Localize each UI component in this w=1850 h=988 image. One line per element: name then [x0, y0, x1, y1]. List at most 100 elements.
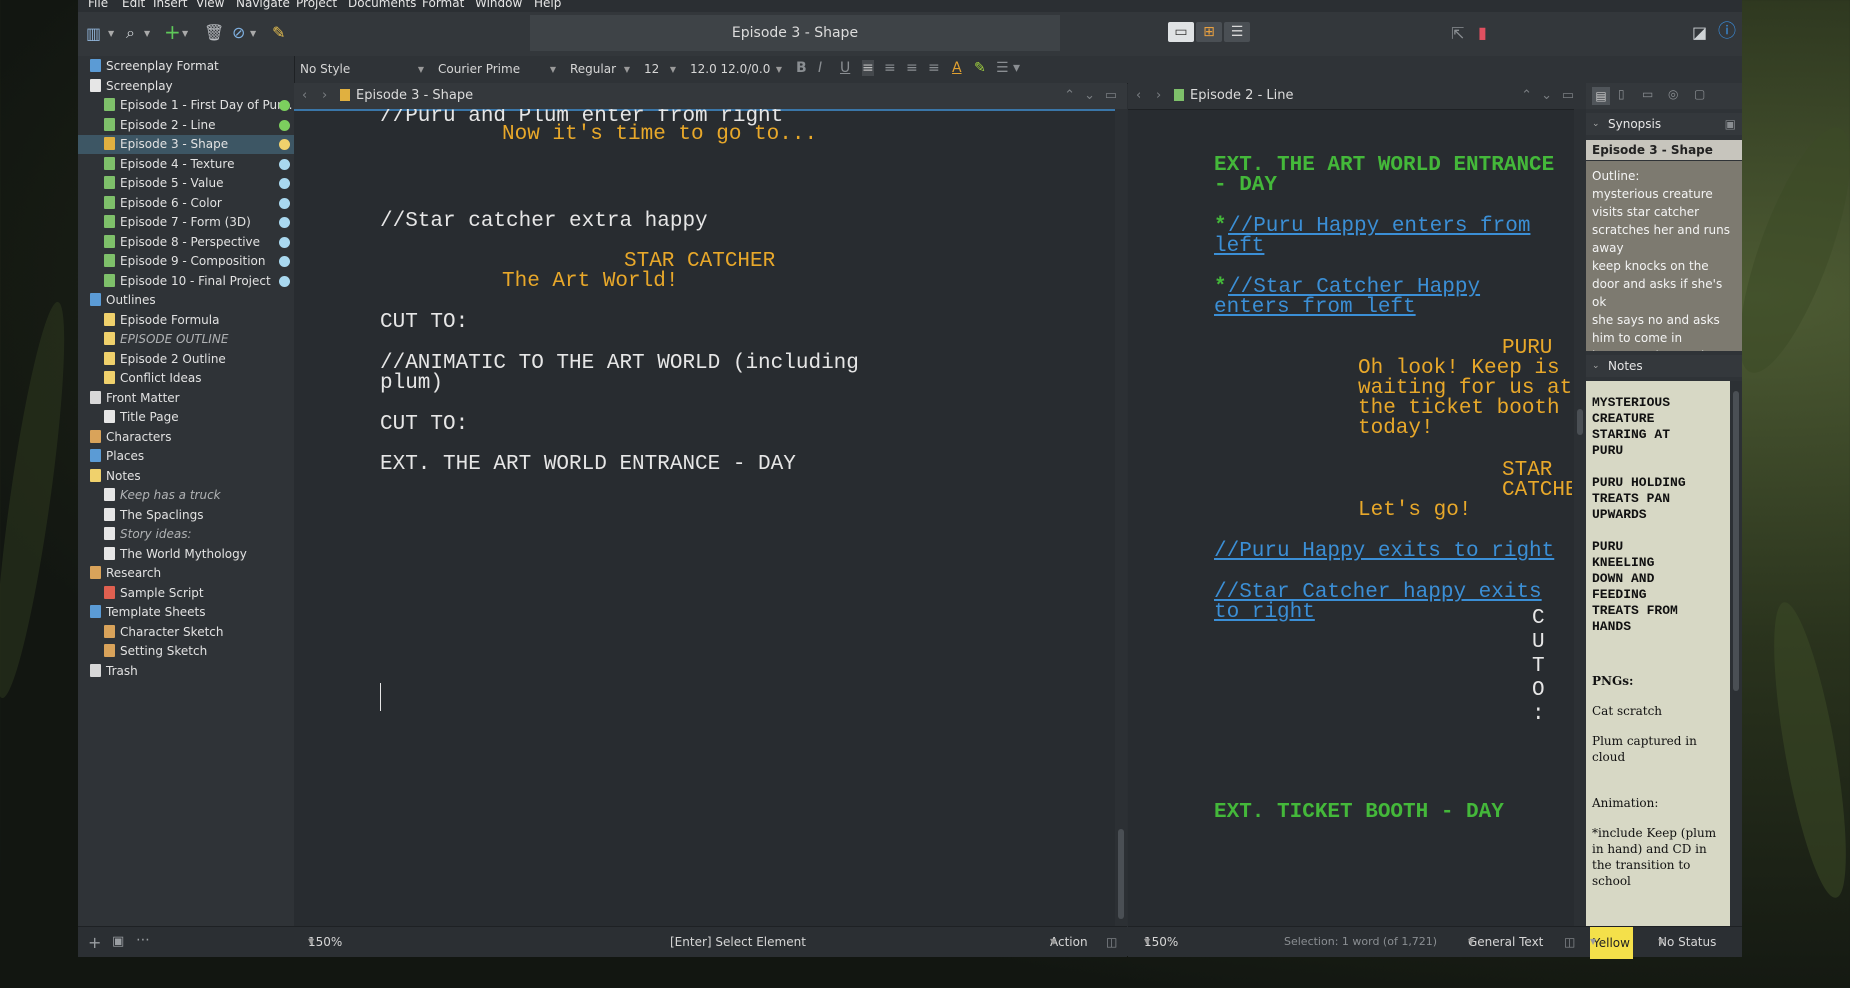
binder-item[interactable]: Setting Sketch	[78, 642, 294, 661]
script-line[interactable]: CATCHER	[1502, 479, 1572, 503]
binder-item[interactable]: Keep has a truck	[78, 486, 294, 505]
metadata-icon[interactable]: ▭	[1642, 87, 1653, 101]
binder-item[interactable]: Template Sheets	[78, 603, 294, 622]
split-icon[interactable]: ▭	[1562, 83, 1574, 109]
text-color-icon[interactable]: A	[952, 60, 962, 76]
script-line[interactable]: enters from left	[1214, 296, 1416, 320]
binder-item[interactable]: Episode 9 - Composition	[78, 252, 294, 271]
binder-toggle-icon[interactable]: ▥	[86, 24, 101, 44]
add-icon[interactable]: +	[164, 22, 181, 42]
script-line[interactable]: EXT. TICKET BOOTH - DAY	[1214, 801, 1504, 825]
binder-item[interactable]: Places	[78, 447, 294, 466]
forward-icon[interactable]: ›	[1156, 83, 1161, 109]
binder-item[interactable]: Episode 7 - Form (3D)	[78, 213, 294, 232]
script-line[interactable]: CUT TO:	[380, 311, 468, 335]
image-icon[interactable]: ▣	[1725, 113, 1736, 135]
binder-item[interactable]: Episode 6 - Color	[78, 194, 294, 213]
binder-item[interactable]: Character Sketch	[78, 623, 294, 642]
binder-item[interactable]: Episode 10 - Final Project	[78, 272, 294, 291]
script-line[interactable]: Let's go!	[1358, 499, 1471, 523]
chevron-up-icon[interactable]: ⌃	[1521, 83, 1532, 109]
binder-item[interactable]: The World Mythology	[78, 545, 294, 564]
script-line[interactable]: CUT TO:	[380, 413, 468, 437]
binder-item[interactable]: Front Matter	[78, 389, 294, 408]
view-corkboard-icon[interactable]: ⊞	[1196, 22, 1222, 42]
target-icon[interactable]: ◫	[1564, 927, 1575, 957]
italic-icon[interactable]: I	[818, 60, 822, 76]
menu-edit[interactable]: Edit	[122, 0, 145, 10]
chevron-down-icon[interactable]: ▼	[250, 24, 256, 44]
attachment-icon[interactable]: ⊘	[232, 23, 245, 43]
script-text[interactable]: EXT. THE ART WORLD ENTRANCE - DAY *//Puru …	[1128, 109, 1572, 926]
script-line[interactable]: today!	[1358, 417, 1434, 441]
notes-scrollbar[interactable]	[1730, 381, 1742, 926]
synopsis-title[interactable]: Episode 3 - Shape	[1586, 140, 1742, 160]
chevron-down-icon[interactable]: ▼	[108, 24, 114, 44]
binder-item[interactable]: Conflict Ideas	[78, 369, 294, 388]
menu-file[interactable]: File	[88, 0, 108, 10]
compose-icon[interactable]: ✎	[272, 23, 285, 43]
script-line[interactable]: //Puru Happy exits to right	[1214, 540, 1554, 564]
binder-item[interactable]: Episode 3 - Shape	[78, 135, 294, 154]
binder-item[interactable]: Sample Script	[78, 584, 294, 603]
trash-icon[interactable]: 🗑	[204, 23, 224, 43]
editor-left-scrollbar[interactable]	[1115, 109, 1127, 926]
binder-item[interactable]: Episode 2 Outline	[78, 350, 294, 369]
align-right-icon[interactable]: ≡	[906, 60, 918, 76]
menu-navigate[interactable]: Navigate	[236, 0, 290, 10]
script-line[interactable]: The Art World!	[502, 270, 678, 294]
binder-item[interactable]: Outlines	[78, 291, 294, 310]
script-line[interactable]: //Puru Happy enters from	[1228, 215, 1530, 239]
binder-item[interactable]: Episode 8 - Perspective	[78, 233, 294, 252]
menu-format[interactable]: Format	[422, 0, 464, 10]
comment-icon[interactable]: ▢	[1694, 87, 1705, 101]
share-icon[interactable]: ⇱	[1451, 24, 1464, 44]
script-line[interactable]: to right	[1214, 601, 1315, 625]
binder-item[interactable]: Screenplay Format	[78, 57, 294, 76]
binder-item[interactable]: The Spaclings	[78, 506, 294, 525]
notes-text[interactable]: MYSTERIOUS CREATURE STARING AT PURU PURU…	[1586, 381, 1730, 926]
underline-icon[interactable]: U	[840, 60, 850, 76]
binder-item[interactable]: Episode 1 - First Day of Pur...	[78, 96, 294, 115]
editor-left[interactable]: ‹ › Episode 3 - Shape ⌃ ⌄ ▭ //Puru and P…	[294, 83, 1127, 926]
more-icon[interactable]: ⋯	[136, 932, 150, 948]
highlight-icon[interactable]: ✎	[974, 60, 986, 76]
search-icon[interactable]: ⌕	[126, 23, 135, 43]
bookmark-icon[interactable]: ▯	[1618, 87, 1625, 101]
script-line[interactable]: - DAY	[1214, 174, 1277, 198]
script-line[interactable]: //ANIMATIC TO THE ART WORLD (including	[380, 352, 859, 376]
binder-item[interactable]: Episode 4 - Texture	[78, 155, 294, 174]
menu-project[interactable]: Project	[296, 0, 337, 10]
binder-item[interactable]: Episode Formula	[78, 311, 294, 330]
chevron-down-icon[interactable]: ▼	[182, 24, 188, 44]
binder-item[interactable]: EPISODE OUTLINE	[78, 330, 294, 349]
binder-item[interactable]: Title Page	[78, 408, 294, 427]
menu-help[interactable]: Help	[534, 0, 561, 10]
line-spacing-select[interactable]: 12.0 12.0/0.0 ▼	[690, 59, 784, 80]
style-select[interactable]: No Style ▼	[300, 59, 426, 80]
chevron-down-icon[interactable]: ⌄	[1541, 83, 1552, 109]
binder-item[interactable]: Story ideas:	[78, 525, 294, 544]
menu-documents[interactable]: Documents	[348, 0, 416, 10]
add-icon[interactable]: +	[88, 933, 101, 952]
layout-icon[interactable]: ◪	[1692, 23, 1707, 43]
menu-insert[interactable]: Insert	[153, 0, 187, 10]
notes-tab-icon[interactable]: ▤	[1592, 87, 1610, 105]
info-icon[interactable]: ⓘ	[1718, 22, 1736, 42]
bookmark-icon[interactable]: ▮	[1478, 23, 1487, 43]
add-folder-icon[interactable]: ▣	[112, 934, 124, 949]
view-single-doc-icon[interactable]: ▭	[1168, 22, 1194, 42]
binder-item[interactable]: Notes	[78, 467, 294, 486]
chevron-down-icon[interactable]: ⌄	[1084, 83, 1095, 109]
script-line[interactable]: left	[1214, 235, 1264, 259]
view-outliner-icon[interactable]: ☰	[1224, 22, 1250, 42]
notes-header[interactable]: ⌄ Notes	[1586, 355, 1742, 377]
font-weight-select[interactable]: Regular ▼	[570, 59, 632, 80]
binder-item[interactable]: Characters	[78, 428, 294, 447]
font-select[interactable]: Courier Prime ▼	[438, 59, 558, 80]
target-icon[interactable]: ◫	[1106, 927, 1117, 957]
script-line[interactable]: EXT. THE ART WORLD ENTRANCE - DAY	[380, 453, 796, 477]
chevron-down-icon[interactable]: ▼	[144, 24, 150, 44]
script-line[interactable]: //Star catcher extra happy	[380, 210, 708, 234]
align-center-icon[interactable]: ≡	[884, 60, 896, 76]
